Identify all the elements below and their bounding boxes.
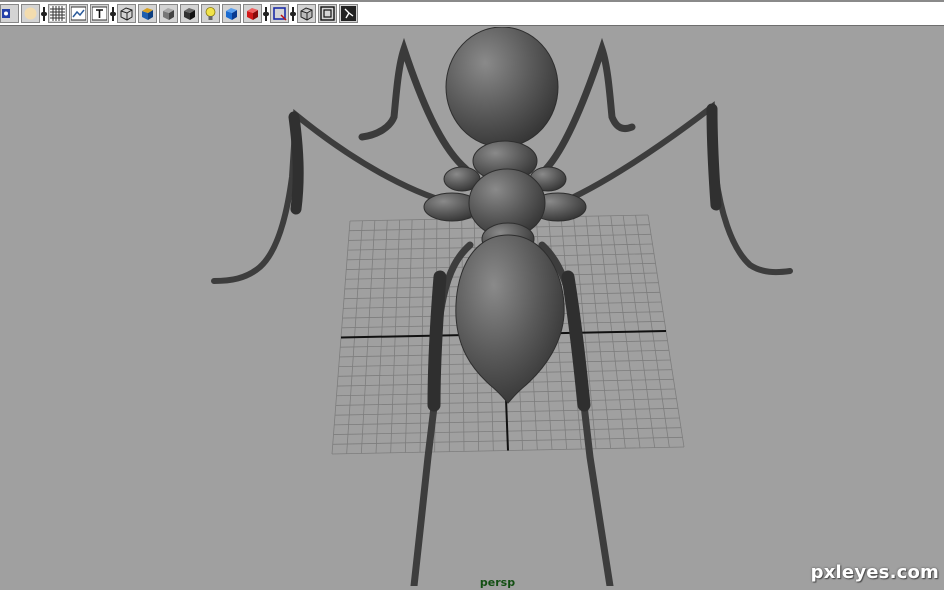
- texture-cube-button[interactable]: [222, 4, 241, 23]
- image-plane-icon: [71, 6, 86, 21]
- wireframe-button[interactable]: [117, 4, 136, 23]
- smooth-shade-button[interactable]: [159, 4, 178, 23]
- ant-model[interactable]: [211, 27, 793, 586]
- light-bulb-icon: [205, 7, 216, 20]
- light-button[interactable]: [201, 4, 220, 23]
- lighting-sphere-icon: [24, 7, 37, 20]
- viewport-toolbar: [0, 2, 944, 26]
- select-camera-icon: [2, 9, 10, 18]
- leg-front-right: [553, 101, 793, 276]
- film-gate-button[interactable]: [318, 4, 337, 23]
- isolate-select-button[interactable]: [297, 4, 316, 23]
- isolate-select-icon: [300, 7, 313, 21]
- film-gate-icon: [320, 6, 335, 21]
- lighting-sphere-button[interactable]: [21, 4, 40, 23]
- leg-front-left-segment: [288, 111, 304, 215]
- wireframe-cube-icon: [120, 7, 133, 21]
- toolbar-separator: [110, 5, 116, 23]
- image-plane-button[interactable]: [69, 4, 88, 23]
- camera-label-container: persp: [470, 571, 525, 590]
- flat-shade-cube-icon: [184, 8, 195, 20]
- leg-hind-left-segment: [427, 270, 447, 412]
- toolbar-separator: [41, 5, 47, 23]
- watermark: pxleyes.com: [810, 562, 939, 583]
- shaded-cube-icon: [142, 8, 153, 20]
- ant-abdomen: [455, 234, 565, 404]
- smooth-shade-cube-icon: [163, 8, 174, 20]
- leg-front-right-segment: [706, 103, 722, 211]
- xray-button[interactable]: [339, 4, 358, 23]
- texture-button[interactable]: [90, 4, 109, 23]
- xray-icon: [341, 6, 356, 21]
- perspective-viewport[interactable]: [0, 27, 944, 586]
- viewport-scene: [211, 27, 793, 586]
- antenna-right: [542, 37, 636, 173]
- shaded-button[interactable]: [138, 4, 157, 23]
- texture-cube-icon: [226, 8, 237, 20]
- leg-front-left: [211, 109, 463, 284]
- red-cube-button[interactable]: [243, 4, 262, 23]
- grid-icon: [50, 6, 65, 21]
- flat-shade-button[interactable]: [180, 4, 199, 23]
- toolbar-separator: [263, 5, 269, 23]
- grid-button[interactable]: [48, 4, 67, 23]
- texture-icon: [92, 6, 107, 21]
- camera-label: persp: [479, 576, 516, 589]
- toolbar-separator: [290, 5, 296, 23]
- select-camera-button[interactable]: [0, 4, 19, 23]
- resolution-gate-icon: [273, 7, 287, 21]
- ant-head: [445, 27, 559, 148]
- red-cube-icon: [247, 8, 258, 20]
- resolution-gate-button[interactable]: [270, 4, 289, 23]
